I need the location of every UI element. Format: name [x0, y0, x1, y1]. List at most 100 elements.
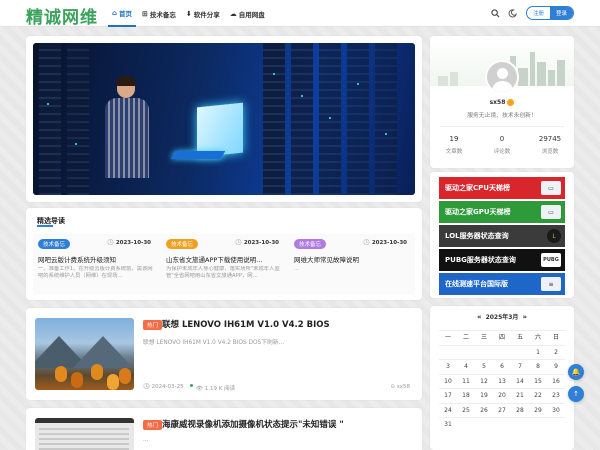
- site-logo[interactable]: 精诚网维: [26, 3, 98, 28]
- calendar-title: 2025年3月: [485, 314, 519, 321]
- nav-item-netdisk[interactable]: ☁ 自用网盘: [226, 0, 269, 27]
- lol-logo-icon: L: [547, 229, 561, 243]
- calendar-week-row: 10 11 12 13 14 15 16: [439, 373, 565, 389]
- calendar-widget: «2025年3月» 一二三四五六日 1 2 3 4 5 6 7 8 9 10 11 12 13 14 15 16…: [430, 306, 574, 450]
- calendar-day[interactable]: 16: [547, 375, 565, 389]
- featured-item[interactable]: 技术备忘 🕓 2023-10-30 网吧云版计费系统升级须知 一、准备工作1、在…: [33, 234, 159, 294]
- calendar-day[interactable]: 18: [457, 389, 475, 403]
- calendar-day[interactable]: 17: [439, 389, 457, 403]
- post-author[interactable]: ⊙ sx58: [391, 384, 410, 390]
- author-name-line: sx58: [430, 99, 574, 106]
- banner-pubg-status[interactable]: PUBG服务器状态查询 PUBG: [439, 249, 565, 271]
- category-badge[interactable]: 技术备忘: [294, 239, 327, 249]
- top-navbar: 精诚网维 ⌂ 首页 ⊞ 技术备忘 ⬇ 软件分享 ☁ 自用网盘 注册 登录: [0, 0, 600, 28]
- arrow-up-icon[interactable]: ↑: [568, 386, 584, 402]
- post-title[interactable]: 海康威视录像机添加摄像机状态提示"未知错误 ": [162, 418, 344, 430]
- calendar-day: [457, 346, 475, 360]
- person-figure: [103, 76, 151, 195]
- category-badge[interactable]: 技术备忘: [166, 239, 199, 249]
- stat-label: 评论数: [493, 149, 511, 155]
- calendar-day[interactable]: 26: [475, 404, 493, 418]
- calendar-day[interactable]: 6: [493, 360, 511, 374]
- stat-views: 29745 浏览数: [526, 135, 574, 155]
- calendar-day[interactable]: 28: [511, 404, 529, 418]
- calendar-day[interactable]: 14: [511, 375, 529, 389]
- post-card[interactable]: 热门 海康威视录像机添加摄像机状态提示"未知错误 " ...: [26, 408, 422, 450]
- stat-comments: 0 评论数: [478, 135, 526, 155]
- server-rack: [263, 43, 285, 195]
- login-button[interactable]: 登录: [549, 7, 573, 19]
- banner-lol-status[interactable]: LOL服务器状态查询 L: [439, 225, 565, 247]
- banner-label: LOL服务器状态查询: [445, 232, 509, 240]
- main-menu: ⌂ 首页 ⊞ 技术备忘 ⬇ 软件分享 ☁ 自用网盘: [108, 0, 271, 27]
- calendar-day[interactable]: 3: [439, 360, 457, 374]
- calendar-day[interactable]: 29: [529, 404, 547, 418]
- post-card[interactable]: 热门 联想 LENOVO IH61M V1.0 V4.2 BIOS 联想 LEN…: [26, 308, 422, 400]
- banner-speedtest[interactable]: 在线测速平台国际版 ≡: [439, 273, 565, 295]
- calendar-day[interactable]: 13: [493, 375, 511, 389]
- cloud-icon: ☁: [229, 9, 237, 18]
- theme-toggle-icon[interactable]: [506, 6, 520, 20]
- next-month-icon[interactable]: »: [522, 313, 527, 321]
- chart-icon: ▭: [541, 205, 561, 219]
- prev-month-icon[interactable]: «: [477, 313, 482, 321]
- calendar-day[interactable]: 27: [493, 404, 511, 418]
- server-rack: [375, 43, 397, 195]
- bell-icon[interactable]: 🔔: [568, 364, 584, 380]
- calendar-day[interactable]: 30: [547, 404, 565, 418]
- calendar-day[interactable]: 25: [457, 404, 475, 418]
- nav-item-software[interactable]: ⬇ 软件分享: [182, 0, 224, 27]
- register-button[interactable]: 注册: [527, 7, 550, 19]
- calendar-day[interactable]: 9: [547, 360, 565, 374]
- featured-title[interactable]: 网维大师常见故障说明: [294, 254, 410, 264]
- banner-gpu-ladder[interactable]: 驱动之家GPU天梯榜 ▭: [439, 201, 565, 223]
- divider: [440, 126, 564, 127]
- author-name[interactable]: sx58: [490, 99, 506, 106]
- calendar-day[interactable]: 23: [547, 389, 565, 403]
- calendar-day: [529, 418, 547, 432]
- calendar-day[interactable]: 5: [475, 360, 493, 374]
- post-views: 👁 1.19 K 阅读: [196, 386, 236, 392]
- laptop-screen: [197, 102, 243, 158]
- server-rack: [39, 43, 61, 195]
- calendar-day: [493, 346, 511, 360]
- category-badge[interactable]: 技术备忘: [38, 239, 71, 249]
- calendar-day[interactable]: 10: [439, 375, 457, 389]
- nav-item-label: 软件分享: [193, 10, 220, 19]
- post-thumbnail[interactable]: [35, 418, 134, 450]
- featured-title[interactable]: 山东省文旅通APP下载使用说明...: [166, 254, 282, 264]
- featured-desc: 一、准备工作1、在升级云版计费系统前，需该网吧的系统维护人员（网维）在现场...: [38, 266, 153, 279]
- stat-value: 19: [449, 135, 459, 143]
- calendar-day[interactable]: 11: [457, 375, 475, 389]
- calendar-day[interactable]: 8: [529, 360, 547, 374]
- nav-actions: 注册 登录: [489, 6, 574, 20]
- home-icon: ⌂: [112, 8, 118, 17]
- search-icon[interactable]: [489, 6, 503, 20]
- calendar-day[interactable]: 19: [475, 389, 493, 403]
- calendar-day[interactable]: 22: [529, 389, 547, 403]
- avatar[interactable]: [485, 60, 519, 94]
- calendar-day[interactable]: 31: [439, 418, 457, 432]
- calendar-day[interactable]: 20: [493, 389, 511, 403]
- calendar-day[interactable]: 15: [529, 375, 547, 389]
- slide-image[interactable]: [33, 43, 415, 195]
- banner-cpu-ladder[interactable]: 驱动之家CPU天梯榜 ▭: [439, 177, 565, 199]
- post-thumbnail[interactable]: [35, 318, 134, 390]
- featured-item[interactable]: 技术备忘 🕓 2023-10-30 山东省文旅通APP下载使用说明... 为保护…: [161, 234, 287, 294]
- calendar-day[interactable]: 7: [511, 360, 529, 374]
- calendar-week-row: 3456789: [439, 359, 565, 374]
- calendar-day[interactable]: 21: [511, 389, 529, 403]
- calendar-day[interactable]: 12: [475, 375, 493, 389]
- calendar-day[interactable]: 4: [457, 360, 475, 374]
- nav-item-tech-notes[interactable]: ⊞ 技术备忘: [138, 0, 180, 27]
- calendar-day[interactable]: 24: [439, 404, 457, 418]
- post-title[interactable]: 联想 LENOVO IH61M V1.0 V4.2 BIOS: [162, 318, 330, 330]
- nav-item-home[interactable]: ⌂ 首页: [108, 0, 137, 27]
- title-underline: [37, 225, 53, 227]
- featured-item[interactable]: 技术备忘 🕓 2023-10-30 网维大师常见故障说明 ...: [289, 234, 415, 294]
- calendar-day[interactable]: 2: [547, 346, 565, 360]
- featured-title[interactable]: 网吧云版计费系统升级须知: [38, 254, 154, 264]
- calendar-day[interactable]: 1: [529, 346, 547, 360]
- calendar-week-row: 24 25 26 27 28 29 30: [439, 402, 565, 418]
- calendar-day: [511, 346, 529, 360]
